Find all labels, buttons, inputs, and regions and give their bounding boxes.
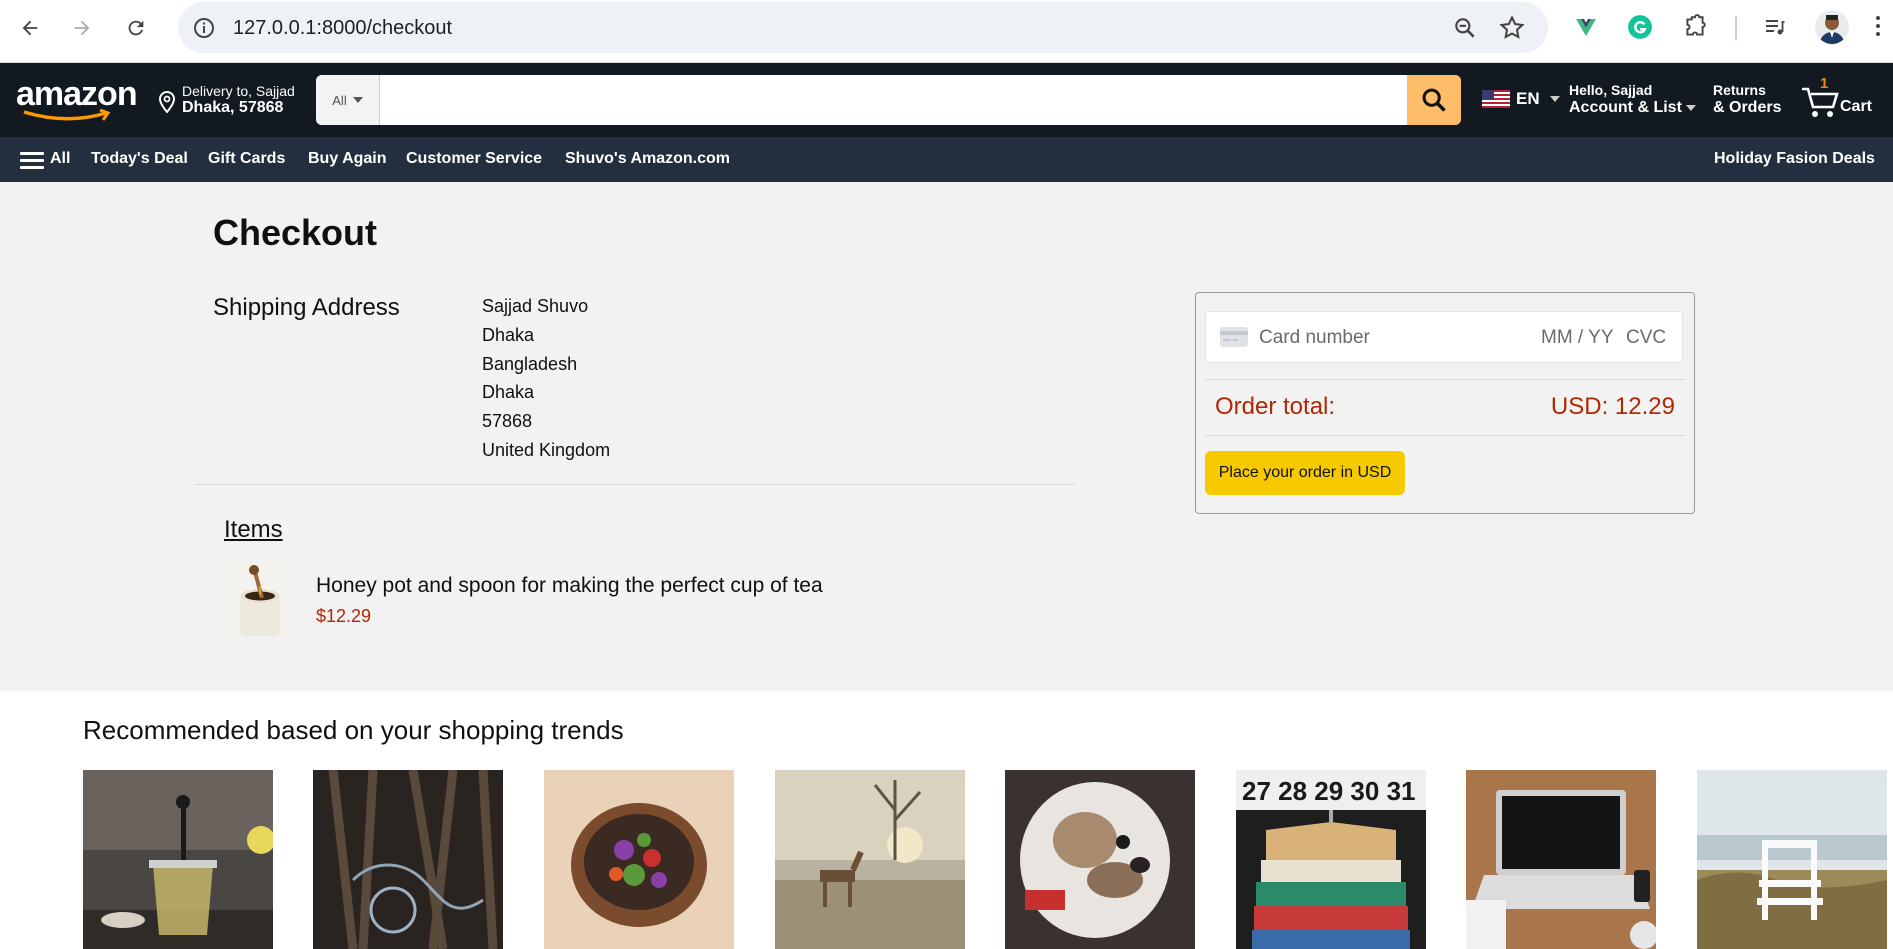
profile-avatar[interactable] bbox=[1815, 10, 1849, 44]
delivery-address: Dhaka, 57868 bbox=[182, 99, 284, 116]
arrow-left-icon bbox=[22, 20, 38, 36]
chrome-menu-icon[interactable] bbox=[1876, 16, 1880, 38]
amazon-logo[interactable]: amazon bbox=[16, 75, 140, 123]
recommendation-card-laptop[interactable] bbox=[1466, 770, 1656, 949]
shipping-address: Sajjad Shuvo Dhaka Bangladesh Dhaka 5786… bbox=[482, 292, 610, 465]
secondary-nav: All Today's Deal Gift Cards Buy Again Cu… bbox=[0, 137, 1893, 182]
address-line: Dhaka bbox=[482, 324, 535, 345]
checkout-section: Checkout Shipping Address Sajjad Shuvo D… bbox=[0, 182, 1893, 691]
order-total-value: USD: 12.29 bbox=[1550, 393, 1675, 420]
reload-button[interactable] bbox=[118, 10, 154, 46]
address-line: United Kingdom bbox=[482, 439, 611, 460]
search-button[interactable] bbox=[1407, 75, 1461, 125]
recommendation-card-tools[interactable] bbox=[313, 770, 503, 949]
vue-extension-icon[interactable] bbox=[1571, 12, 1601, 42]
address-line: Sajjad Shuvo bbox=[482, 296, 589, 316]
payment-divider bbox=[1205, 379, 1685, 380]
recommendations-title: Recommended based on your shopping trend… bbox=[83, 715, 624, 745]
svg-text:27 28 29 30 31: 27 28 29 30 31 bbox=[1242, 776, 1416, 806]
recommendation-card-beach-chair[interactable] bbox=[1697, 770, 1887, 949]
card-number-field[interactable]: Card number bbox=[1259, 327, 1370, 349]
language-code: EN bbox=[1516, 89, 1540, 108]
media-control-icon[interactable] bbox=[1760, 12, 1790, 42]
cart-label: Cart bbox=[1840, 98, 1873, 115]
delivery-label: Delivery to, Sajjad bbox=[182, 83, 295, 99]
us-flag-icon bbox=[1482, 90, 1510, 108]
cart-count: 1 bbox=[1820, 75, 1829, 92]
zoom-icon[interactable] bbox=[1452, 15, 1478, 41]
toolbar-divider bbox=[1735, 16, 1737, 40]
order-total-label: Order total: bbox=[1215, 393, 1336, 420]
returns-orders-link[interactable]: Returns & Orders bbox=[1713, 82, 1781, 117]
caret-down-icon bbox=[1685, 104, 1696, 111]
nav-all[interactable]: All bbox=[50, 150, 70, 168]
item-price: $12.29 bbox=[316, 606, 372, 626]
search-input[interactable] bbox=[380, 75, 1407, 125]
address-line: Bangladesh bbox=[482, 353, 578, 374]
forward-button[interactable] bbox=[64, 10, 100, 46]
payment-divider bbox=[1205, 435, 1685, 436]
recommendation-card-bulldog[interactable] bbox=[1005, 770, 1195, 949]
recommendation-card-clothes-rack[interactable]: 27 28 29 30 31 bbox=[1236, 770, 1426, 949]
account-menu[interactable]: Hello, Sajjad Account & List bbox=[1569, 82, 1696, 117]
grammarly-extension-icon[interactable] bbox=[1625, 12, 1655, 42]
extensions-puzzle-icon[interactable] bbox=[1680, 12, 1710, 42]
nav-customer-service[interactable]: Customer Service bbox=[406, 150, 542, 168]
item-thumbnail[interactable] bbox=[224, 562, 296, 637]
location-pin-icon bbox=[158, 91, 176, 113]
language-selector[interactable]: EN bbox=[1482, 89, 1560, 109]
nav-holiday-deals[interactable]: Holiday Fasion Deals bbox=[1714, 150, 1875, 168]
browser-toolbar: 127.0.0.1:8000/checkout bbox=[0, 0, 1893, 63]
address-line: Dhaka bbox=[482, 382, 535, 403]
search-category-select[interactable]: All bbox=[316, 75, 380, 125]
recommendation-card-deer[interactable] bbox=[775, 770, 965, 949]
account-greeting: Hello, Sajjad bbox=[1569, 82, 1653, 98]
search-icon bbox=[1422, 88, 1446, 112]
url-text[interactable]: 127.0.0.1:8000/checkout bbox=[233, 17, 452, 40]
account-label: Account & List bbox=[1569, 99, 1682, 116]
nav-gift-cards[interactable]: Gift Cards bbox=[208, 150, 285, 168]
credit-card-icon bbox=[1220, 327, 1248, 347]
back-button[interactable] bbox=[12, 10, 48, 46]
amazon-header: amazon Delivery to, Sajjad Dhaka, 57868 … bbox=[0, 63, 1893, 137]
item-title[interactable]: Honey pot and spoon for making the perfe… bbox=[316, 574, 823, 598]
caret-down-icon bbox=[1549, 96, 1560, 102]
expiry-field[interactable]: MM / YY bbox=[1541, 327, 1614, 349]
recommendation-card-salad-bowl[interactable] bbox=[544, 770, 734, 949]
search-bar: All bbox=[316, 75, 1461, 125]
address-line: 57868 bbox=[482, 411, 533, 432]
caret-down-icon bbox=[352, 97, 363, 103]
arrow-right-icon bbox=[74, 20, 90, 36]
shipping-address-label: Shipping Address bbox=[213, 294, 400, 321]
section-divider bbox=[195, 484, 1075, 485]
nav-todays-deal[interactable]: Today's Deal bbox=[91, 150, 188, 168]
reload-icon bbox=[128, 20, 144, 36]
cart-link[interactable]: 1 Cart bbox=[1800, 75, 1880, 125]
bookmark-star-icon[interactable] bbox=[1498, 14, 1526, 42]
items-heading[interactable]: Items bbox=[224, 516, 283, 544]
address-bar[interactable]: 127.0.0.1:8000/checkout bbox=[178, 2, 1548, 53]
info-icon[interactable] bbox=[192, 16, 216, 40]
card-input[interactable]: Card number MM / YY CVC bbox=[1205, 311, 1683, 363]
cvc-field[interactable]: CVC bbox=[1626, 327, 1666, 349]
recommendation-card-teapot[interactable] bbox=[83, 770, 273, 949]
payment-box: Card number MM / YY CVC Order total: USD… bbox=[1195, 292, 1695, 514]
nav-buy-again[interactable]: Buy Again bbox=[308, 150, 387, 168]
place-order-button[interactable]: Place your order in USD bbox=[1205, 451, 1405, 495]
page-title: Checkout bbox=[213, 212, 378, 253]
hamburger-menu-icon[interactable] bbox=[20, 152, 44, 170]
smile-arrow-icon bbox=[23, 109, 111, 121]
nav-shuvos-amazon[interactable]: Shuvo's Amazon.com bbox=[565, 150, 730, 168]
